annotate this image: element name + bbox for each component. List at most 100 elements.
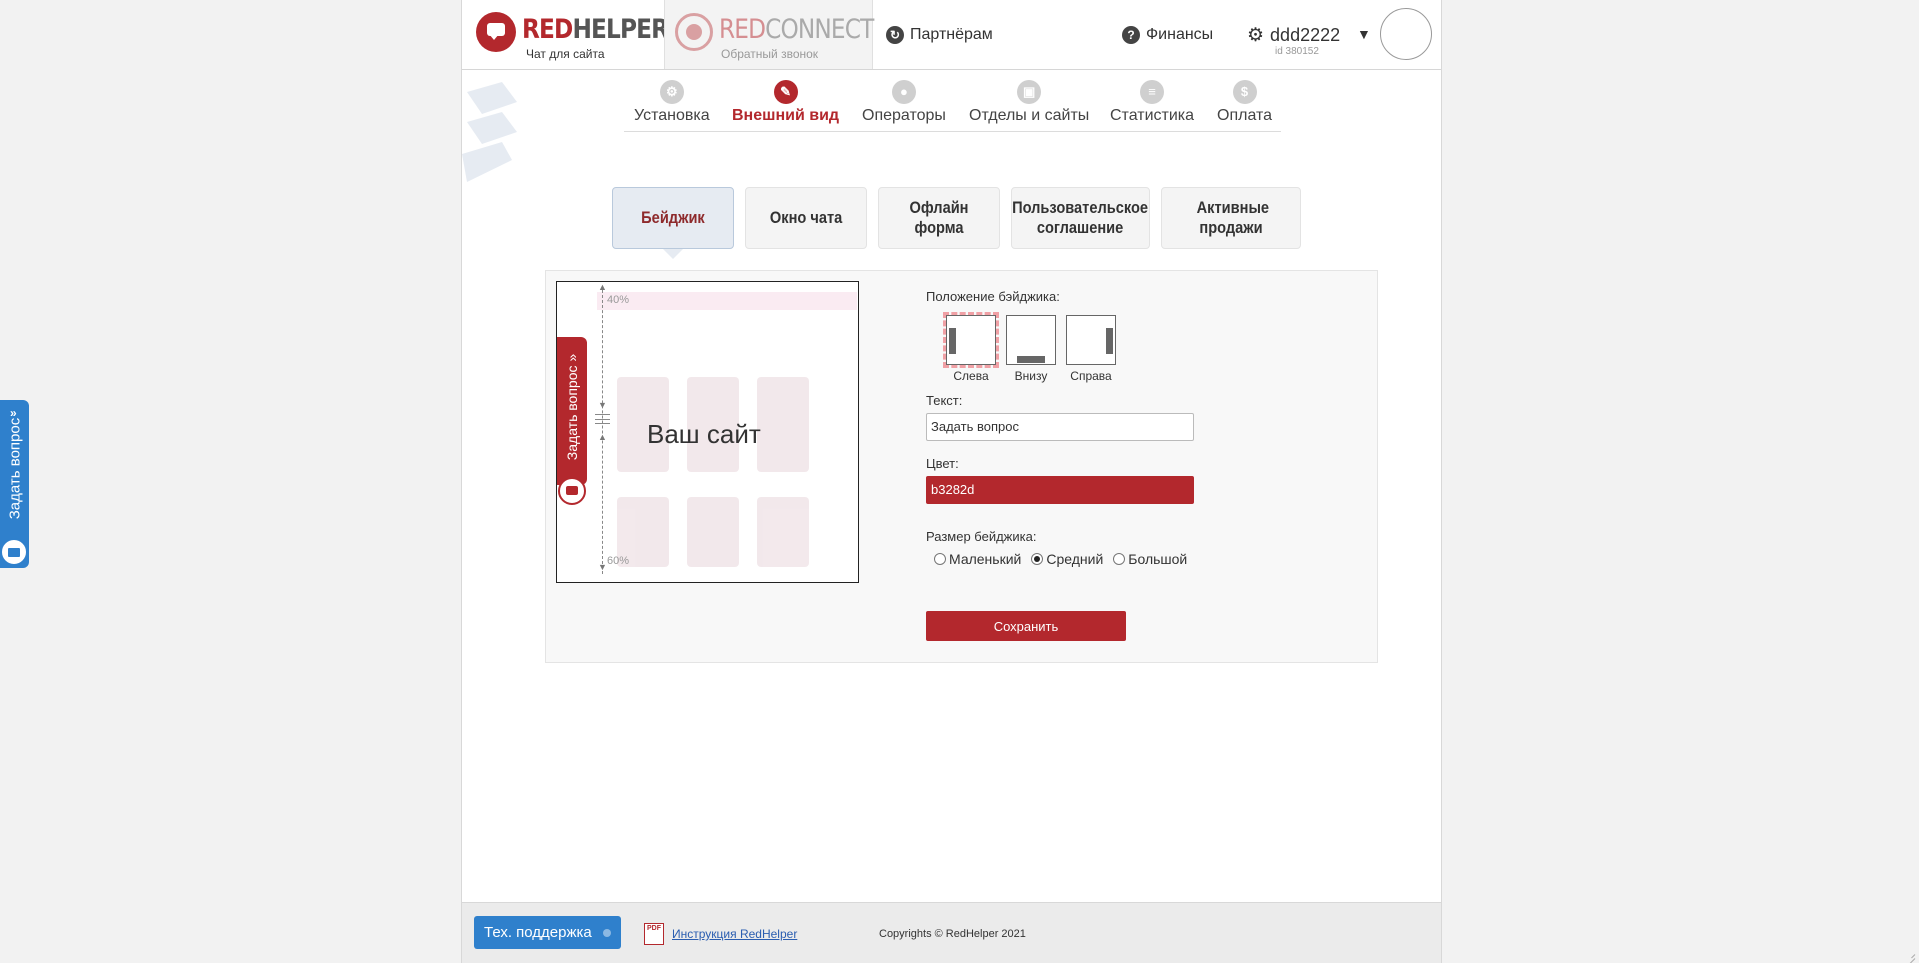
arrow-up-icon: ▲ [598,282,607,292]
tab-label: Окно чата [769,208,843,227]
nav-item-payment[interactable]: $ Оплата [1217,75,1272,125]
redhelper-logo[interactable]: REDHELPER Чат для сайта [476,10,669,65]
user-id: id 380152 [1275,46,1319,57]
stats-icon: ≡ [1140,80,1165,104]
dropdown-arrow-icon[interactable]: ▼ [1357,26,1371,42]
your-site-label: Ваш сайт [647,419,761,449]
radio-label: Средний [1046,551,1104,567]
size-radio-group: Маленький Средний Большой [934,551,1187,567]
badge-settings-panel: ▲ ▼ ▼ ▲ 40% 60% Ваш сайт Задать вопрос »… [545,270,1378,663]
color-label: Цвет: [926,456,959,471]
phone-icon [675,13,713,51]
tab-label: Активные продажи [1196,198,1270,237]
nav-item-install[interactable]: ⚙ Установка [634,75,710,125]
size-small-radio[interactable]: Маленький [934,551,1021,567]
dollar-icon: $ [1232,80,1257,104]
radio-label: Большой [1128,551,1188,567]
chat-bubble-icon [476,12,516,52]
tab-label: Офлайн форма [909,198,969,237]
status-dot-icon [603,929,611,937]
badge-preview: ▲ ▼ ▼ ▲ 40% 60% Ваш сайт Задать вопрос » [556,281,859,583]
arrow-down-icon: ▼ [598,562,607,572]
manual-link-text[interactable]: Инструкция RedHelper [672,927,797,941]
size-large-radio[interactable]: Большой [1113,551,1187,567]
nav-item-appearance[interactable]: ✎ Внешний вид [732,75,839,125]
preview-badge: Задать вопрос » [557,337,587,505]
nav-label: Установка [634,107,710,124]
gear-icon: ⚙ [1247,25,1265,46]
position-label: Положение бэйджика: [926,289,1060,304]
manual-link[interactable]: PDF Инструкция RedHelper [644,923,797,945]
position-selector: Слева Внизу Справа [943,312,1116,383]
save-button[interactable]: Сохранить [926,611,1126,641]
question-icon: ? [1122,26,1140,44]
partners-link[interactable]: ↻ Партнёрам [886,26,993,44]
main-page: REDHELPER Чат для сайта REDCONNECT Обрат… [461,0,1442,963]
nav-item-statistics[interactable]: ≡ Статистика [1110,75,1194,125]
tab-user-agreement[interactable]: Пользовательское соглашение [1011,187,1150,249]
bottom-percent: 60% [607,555,630,567]
tab-label: Пользовательское соглашение [1012,198,1149,237]
radio-dot [934,553,946,565]
badge-form: Положение бэйджика: Слева Внизу Справа Т… [926,289,1226,641]
arrow-up-icon: ▲ [598,432,607,442]
tech-support-button[interactable]: Тех. поддержка [474,916,621,949]
nav-item-departments[interactable]: ▣ Отделы и сайты [969,75,1089,125]
size-label: Размер бейджика: [926,529,1037,544]
badge-text-input[interactable]: Задать вопрос [926,413,1194,441]
position-left-option[interactable]: Слева [943,312,999,383]
size-medium-radio[interactable]: Средний [1031,551,1103,567]
refresh-icon: ↻ [886,26,904,44]
logo-text-red: RED [522,14,573,45]
radio-dot [1031,553,1044,565]
avatar[interactable] [1380,8,1432,60]
preview-badge-text: Задать вопрос » [564,353,580,461]
drag-handle-icon[interactable] [595,414,610,424]
resize-grip-icon[interactable] [1903,947,1915,959]
logo-text-red: RED [719,14,766,45]
user-icon: ● [891,80,916,104]
text-label: Текст: [926,393,963,408]
top-percent: 40% [607,294,630,306]
logo-text-connect: CONNECT [765,14,874,45]
tab-chat-window[interactable]: Окно чата [745,187,867,249]
support-label: Тех. поддержка [484,924,592,941]
monitor-icon: ▣ [1017,80,1042,104]
nav-label: Статистика [1110,107,1195,124]
finance-label: Финансы [1146,26,1214,43]
nav-item-operators[interactable]: ● Операторы [862,75,946,125]
tab-badge[interactable]: Бейджик [612,187,734,259]
top-header: REDHELPER Чат для сайта REDCONNECT Обрат… [462,0,1441,70]
gear-icon: ⚙ [659,80,684,104]
redconnect-logo[interactable]: REDCONNECT Обратный звонок [664,0,874,69]
radio-dot [1113,553,1126,565]
logo-text-helper: HELPER [572,14,669,45]
nav-label: Оплата [1217,107,1273,124]
nav-label: Операторы [862,107,946,124]
nav-label: Внешний вид [732,107,840,124]
radio-label: Маленький [949,551,1022,567]
username: ddd2222 [1270,25,1341,45]
finance-link[interactable]: ? Финансы [1122,26,1213,44]
chat-bubble-icon [558,477,586,505]
position-bottom-option[interactable]: Внизу [1006,315,1056,383]
pdf-icon: PDF [644,923,664,945]
tab-active-sales[interactable]: Активные продажи [1161,187,1301,249]
redconnect-subtitle: Обратный звонок [721,47,819,61]
position-right-option[interactable]: Справа [1066,315,1116,383]
footer: Тех. поддержка PDF Инструкция RedHelper … [462,902,1441,963]
badge-color-input[interactable]: b3282d [926,476,1194,504]
partners-label: Партнёрам [910,26,993,43]
main-nav: ⚙ Установка ✎ Внешний вид ● Операторы ▣ … [624,75,1281,132]
decorative-stripes [462,82,517,182]
copyright: Copyrights © RedHelper 2021 [879,928,1026,940]
tab-offline-form[interactable]: Офлайн форма [878,187,1000,249]
mail-icon [0,538,28,566]
nav-label: Отделы и сайты [969,107,1090,124]
redhelper-subtitle: Чат для сайта [526,47,605,61]
user-menu[interactable]: ⚙ ddd2222 id 380152 [1247,24,1341,57]
floating-chat-badge[interactable]: » Задать вопрос [0,400,29,568]
wrench-icon: ✎ [773,80,798,104]
position-option-label: Внизу [1014,369,1048,383]
floating-badge-text: Задать вопрос [6,417,24,520]
